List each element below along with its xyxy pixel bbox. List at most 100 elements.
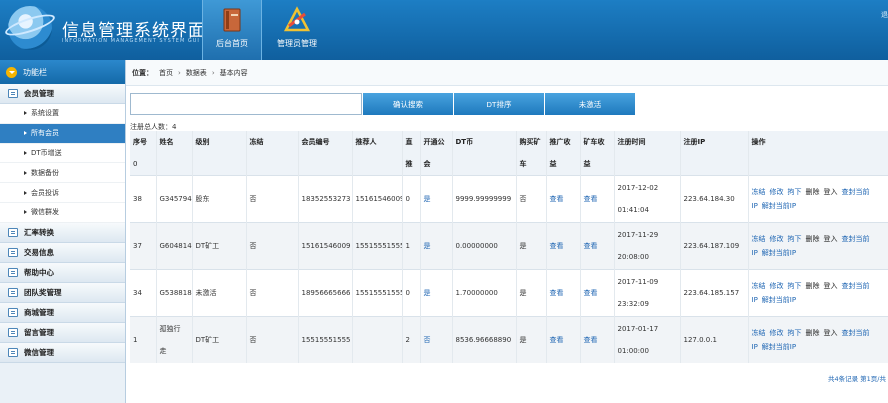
freeze-link[interactable]: 冻结 (752, 329, 766, 337)
col-promo-sub: 益 (546, 153, 581, 175)
sidebar-item-settings[interactable]: 系统设置 (0, 104, 125, 124)
col-id-sub: 0 (130, 153, 157, 175)
delete-link[interactable]: 删除 (806, 188, 820, 196)
edit-link[interactable]: 修改 (770, 329, 784, 337)
doc-icon (8, 89, 18, 98)
cell-open-link[interactable]: 是 (420, 269, 453, 316)
unseal-ip-link[interactable]: 解封当前IP (762, 202, 796, 210)
delete-link[interactable]: 删除 (806, 282, 820, 290)
login-link[interactable]: 登入 (824, 235, 838, 243)
down-link[interactable]: 拘下 (788, 235, 802, 243)
seal-ip-link[interactable]: 查封当前 (842, 235, 870, 243)
unseal-ip-link[interactable]: 解封当前IP (762, 343, 796, 351)
breadcrumb-separator: › (211, 68, 215, 77)
freeze-link[interactable]: 冻结 (752, 188, 766, 196)
breadcrumb-table[interactable]: 数据表 (186, 68, 207, 78)
seal-ip-link[interactable]: 查封当前 (842, 188, 870, 196)
sidebar-item-label: DT币增送 (31, 148, 62, 157)
sidebar-group-wechat[interactable]: 微信管理 (0, 342, 125, 363)
logout-link[interactable]: 退 (881, 10, 888, 20)
login-link[interactable]: 登入 (824, 329, 838, 337)
view-promo-link[interactable]: 查看 (546, 222, 581, 269)
doc-icon (8, 307, 18, 317)
sidebar-group-trade[interactable]: 交易信息 (0, 242, 125, 263)
cell-frozen: 否 (246, 222, 299, 269)
view-cart-link[interactable]: 查看 (580, 222, 615, 269)
col-dt: DT币 (452, 131, 517, 153)
unseal-ip-link[interactable]: 解封当前IP (762, 249, 796, 257)
cell-referrer: 15161546009 (352, 175, 403, 222)
col-ip: 注册IP (680, 131, 749, 153)
col-cart: 矿车收 (580, 131, 615, 153)
search-button[interactable]: 确认搜索 (363, 93, 453, 115)
edit-link[interactable]: 修改 (770, 188, 784, 196)
edit-link[interactable]: 修改 (770, 235, 784, 243)
down-link[interactable]: 拘下 (788, 282, 802, 290)
sidebar-group-messages[interactable]: 留言管理 (0, 322, 125, 343)
freeze-link[interactable]: 冻结 (752, 235, 766, 243)
seal-ip-link[interactable]: 查封当前 (842, 329, 870, 337)
ip-link[interactable]: IP (752, 296, 758, 304)
cell-open-link[interactable]: 否 (420, 316, 453, 363)
dt-sort-button[interactable]: DT排序 (454, 93, 544, 115)
nav-admin-label: 管理员管理 (277, 39, 317, 48)
sidebar-item-complaints[interactable]: 会员投诉 (0, 183, 125, 203)
cell-reg-time: 2017-01-17 01:00:00 (614, 316, 681, 363)
sidebar-group-exchange[interactable]: 汇率转换 (0, 222, 125, 243)
reg-date: 2017-12-02 (617, 183, 659, 192)
col-id[interactable]: 序号 (130, 131, 157, 153)
unseal-ip-link[interactable]: 解封当前IP (762, 296, 796, 304)
view-promo-link[interactable]: 查看 (546, 269, 581, 316)
cell-open-link[interactable]: 是 (420, 222, 453, 269)
arrow-right-icon (24, 210, 27, 215)
sidebar-item-wechat-broadcast[interactable]: 微信群发 (0, 202, 125, 223)
col-open: 开通公 (420, 131, 453, 153)
table-row: 34 G538818 未激活 否 18956665666 15515551555… (130, 269, 888, 316)
doc-icon (8, 227, 18, 237)
ip-link[interactable]: IP (752, 202, 758, 210)
sidebar-group-team-bonus[interactable]: 团队奖管理 (0, 282, 125, 303)
col-open-sub: 会 (420, 153, 453, 175)
view-cart-link[interactable]: 查看 (580, 316, 615, 363)
sidebar-item-backup[interactable]: 数据备份 (0, 163, 125, 184)
sidebar-item-dt-gift[interactable]: DT币增送 (0, 143, 125, 164)
freeze-link[interactable]: 冻结 (752, 282, 766, 290)
ip-link[interactable]: IP (752, 343, 758, 351)
pagination-info[interactable]: 共4条记录 第1页/共 (828, 373, 886, 383)
sidebar-group-mall[interactable]: 商城管理 (0, 302, 125, 323)
cell-frozen: 否 (246, 269, 299, 316)
view-promo-link[interactable]: 查看 (546, 175, 581, 222)
nav-home[interactable]: 后台首页 (202, 0, 262, 60)
cell-ops: 冻结 修改 拘下 删除 登入 查封当前 IP 解封当前IP (748, 222, 888, 269)
col-frozen: 冻结 (246, 131, 299, 153)
view-cart-link[interactable]: 查看 (580, 269, 615, 316)
reg-date: 2017-11-09 (617, 277, 659, 286)
ip-link[interactable]: IP (752, 249, 758, 257)
sidebar-item-label: 微信群发 (31, 208, 59, 217)
cell-ip: 223.64.187.109 (680, 222, 749, 269)
inactive-button[interactable]: 未激活 (545, 93, 635, 115)
down-link[interactable]: 拘下 (788, 188, 802, 196)
nav-admin[interactable]: 管理员管理 (262, 0, 332, 60)
login-link[interactable]: 登入 (824, 282, 838, 290)
sidebar-item-label: 所有会员 (31, 129, 59, 138)
sidebar-group-members[interactable]: 会员管理 (0, 84, 125, 104)
sidebar-group-help[interactable]: 帮助中心 (0, 262, 125, 283)
login-link[interactable]: 登入 (824, 188, 838, 196)
delete-link[interactable]: 删除 (806, 329, 820, 337)
col-referrer: 推荐人 (352, 131, 403, 153)
breadcrumb-home[interactable]: 首页 (159, 68, 173, 78)
cell-buy: 否 (516, 175, 547, 222)
delete-link[interactable]: 删除 (806, 235, 820, 243)
view-promo-link[interactable]: 查看 (546, 316, 581, 363)
search-input[interactable] (130, 93, 362, 115)
seal-ip-link[interactable]: 查封当前 (842, 282, 870, 290)
breadcrumb-separator: › (178, 68, 181, 77)
edit-link[interactable]: 修改 (770, 282, 784, 290)
cell-reg-time: 2017-11-29 20:08:00 (614, 222, 681, 269)
cell-open-link[interactable]: 是 (420, 175, 453, 222)
cell-direct: 0 (402, 269, 421, 316)
down-link[interactable]: 拘下 (788, 329, 802, 337)
view-cart-link[interactable]: 查看 (580, 175, 615, 222)
sidebar-item-all-members[interactable]: 所有会员 (0, 123, 125, 144)
